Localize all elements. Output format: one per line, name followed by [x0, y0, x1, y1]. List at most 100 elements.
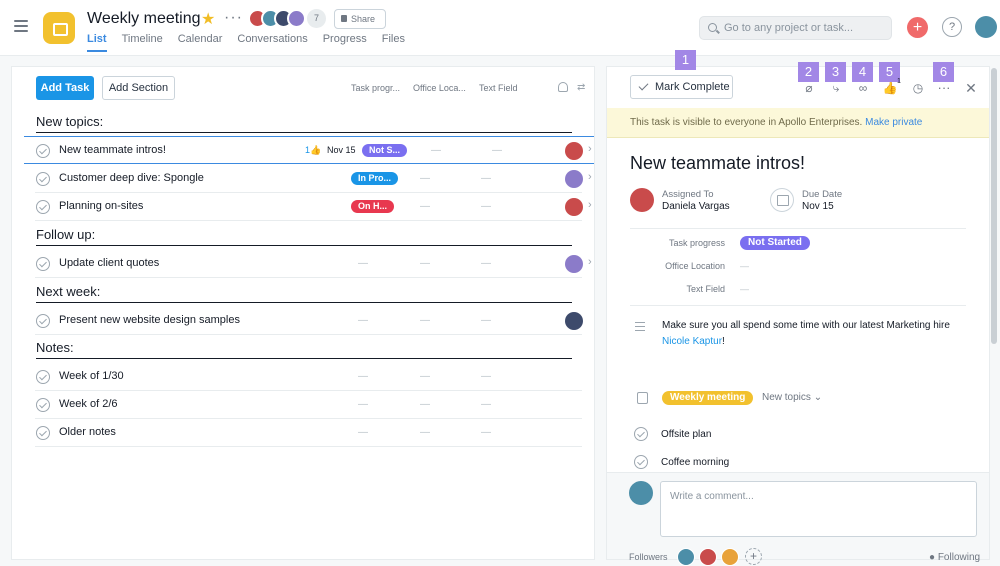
- office-cell[interactable]: —: [420, 258, 430, 269]
- section-dropdown[interactable]: New topics ⌄: [762, 392, 822, 403]
- complete-check-icon[interactable]: [634, 455, 648, 469]
- chevron-right-icon[interactable]: ›: [588, 143, 592, 155]
- office-cell[interactable]: —: [420, 427, 430, 438]
- subtask-icon[interactable]: ⤷ 3: [825, 62, 846, 96]
- sort-icon[interactable]: ⇄: [577, 82, 585, 93]
- complete-check-icon[interactable]: [36, 257, 50, 271]
- tab-progress[interactable]: Progress: [323, 33, 367, 52]
- task-name[interactable]: New teammate intros!: [59, 144, 166, 156]
- detail-scrollbar[interactable]: [991, 68, 997, 344]
- office-cell[interactable]: —: [420, 399, 430, 410]
- follower-avatar[interactable]: [699, 548, 717, 566]
- assignee-avatar[interactable]: [565, 198, 583, 216]
- field-value-office-location[interactable]: —: [740, 261, 749, 271]
- assignee-avatar[interactable]: [565, 312, 583, 330]
- search-input[interactable]: Go to any project or task...: [699, 16, 892, 40]
- subtask-name[interactable]: Offsite plan: [661, 429, 711, 440]
- office-cell[interactable]: —: [420, 315, 430, 326]
- assignee-avatar[interactable]: [565, 170, 583, 188]
- column-header-office-location[interactable]: Office Loca...: [413, 83, 466, 93]
- task-name[interactable]: Update client quotes: [59, 257, 159, 269]
- due-date[interactable]: Nov 15: [802, 201, 834, 212]
- hamburger-menu-icon[interactable]: [14, 20, 28, 32]
- project-more-icon[interactable]: ···: [224, 9, 243, 27]
- status-badge[interactable]: Not S...: [362, 144, 407, 157]
- table-row[interactable]: Week of 2/6 — — —: [35, 391, 582, 419]
- table-row[interactable]: Planning on-sites On H... — — ›: [35, 193, 592, 221]
- tab-files[interactable]: Files: [382, 33, 405, 52]
- complete-check-icon[interactable]: [36, 398, 50, 412]
- table-row[interactable]: Customer deep dive: Spongle In Pro... — …: [35, 165, 592, 193]
- task-name[interactable]: Present new website design samples: [59, 314, 240, 326]
- close-icon[interactable]: ✕: [963, 80, 979, 96]
- attachment-icon[interactable]: ⌀ 2: [798, 62, 819, 96]
- tab-timeline[interactable]: Timeline: [122, 33, 163, 52]
- office-cell[interactable]: —: [420, 173, 430, 184]
- task-name[interactable]: Week of 1/30: [59, 370, 124, 382]
- help-button[interactable]: ?: [942, 17, 962, 37]
- favorite-star-icon[interactable]: ★: [201, 9, 215, 29]
- table-row[interactable]: Week of 1/30 — — —: [35, 363, 582, 391]
- table-row[interactable]: New teammate intros! 1👍 Nov 15 Not S... …: [24, 136, 594, 164]
- task-title[interactable]: New teammate intros!: [630, 153, 805, 174]
- complete-check-icon[interactable]: [36, 426, 50, 440]
- comment-input[interactable]: Write a comment...: [660, 481, 977, 537]
- follower-avatar[interactable]: [677, 548, 695, 566]
- section-header[interactable]: New topics:: [36, 114, 572, 133]
- text-cell[interactable]: —: [481, 399, 491, 410]
- status-cell[interactable]: —: [358, 315, 368, 326]
- user-avatar[interactable]: [975, 16, 997, 38]
- assignee-name[interactable]: Daniela Vargas: [662, 201, 730, 212]
- text-cell[interactable]: —: [481, 427, 491, 438]
- add-section-button[interactable]: Add Section: [102, 76, 175, 100]
- quick-add-button[interactable]: +: [907, 17, 928, 38]
- table-row[interactable]: Present new website design samples — — —: [35, 307, 583, 335]
- column-header-text-field[interactable]: Text Field: [479, 83, 518, 93]
- complete-check-icon[interactable]: [36, 200, 50, 214]
- status-cell[interactable]: —: [358, 371, 368, 382]
- office-cell[interactable]: —: [420, 201, 430, 212]
- like-thumbs-up-icon[interactable]: 👍 5 1: [879, 62, 901, 96]
- project-pill[interactable]: Weekly meeting: [662, 391, 754, 405]
- chevron-right-icon[interactable]: ›: [588, 199, 592, 211]
- status-badge[interactable]: Not Started: [740, 236, 810, 250]
- field-value-text-field[interactable]: —: [740, 284, 749, 294]
- assignee-avatar[interactable]: [565, 255, 583, 273]
- text-cell[interactable]: —: [481, 315, 491, 326]
- complete-check-icon[interactable]: [36, 172, 50, 186]
- assignee-avatar[interactable]: [565, 142, 583, 160]
- chevron-right-icon[interactable]: ›: [588, 171, 592, 183]
- column-header-task-progress[interactable]: Task progr...: [351, 83, 400, 93]
- calendar-icon[interactable]: [770, 188, 794, 212]
- following-toggle[interactable]: ● Following: [929, 552, 980, 563]
- task-name[interactable]: Week of 2/6: [59, 398, 118, 410]
- status-badge[interactable]: In Pro...: [351, 172, 399, 185]
- more-actions-icon[interactable]: ··· 6: [933, 62, 954, 96]
- make-private-link[interactable]: Make private: [865, 117, 922, 128]
- section-header[interactable]: Next week:: [36, 284, 572, 303]
- tab-list[interactable]: List: [87, 33, 107, 52]
- status-badge[interactable]: On H...: [351, 200, 394, 213]
- text-cell[interactable]: —: [481, 258, 491, 269]
- status-cell[interactable]: —: [358, 258, 368, 269]
- section-header[interactable]: Follow up:: [36, 227, 572, 246]
- status-cell[interactable]: —: [358, 399, 368, 410]
- table-row[interactable]: Update client quotes — — — ›: [35, 250, 592, 278]
- assignee-avatar[interactable]: [630, 188, 654, 212]
- link-icon[interactable]: ∞ 4: [852, 62, 873, 96]
- office-cell[interactable]: —: [431, 145, 441, 156]
- task-name[interactable]: Older notes: [59, 426, 116, 438]
- complete-check-icon[interactable]: [36, 144, 50, 158]
- complete-check-icon[interactable]: [36, 314, 50, 328]
- task-description[interactable]: Make sure you all spend some time with o…: [662, 318, 972, 350]
- table-row[interactable]: Older notes — — —: [35, 419, 582, 447]
- text-cell[interactable]: —: [481, 201, 491, 212]
- share-button[interactable]: Share: [334, 9, 386, 29]
- task-name[interactable]: Customer deep dive: Spongle: [59, 172, 204, 184]
- text-cell[interactable]: —: [481, 371, 491, 382]
- add-task-button[interactable]: Add Task: [36, 76, 94, 100]
- text-cell[interactable]: —: [481, 173, 491, 184]
- status-cell[interactable]: —: [358, 427, 368, 438]
- subtask-name[interactable]: Coffee morning: [661, 457, 729, 468]
- follower-avatar[interactable]: [721, 548, 739, 566]
